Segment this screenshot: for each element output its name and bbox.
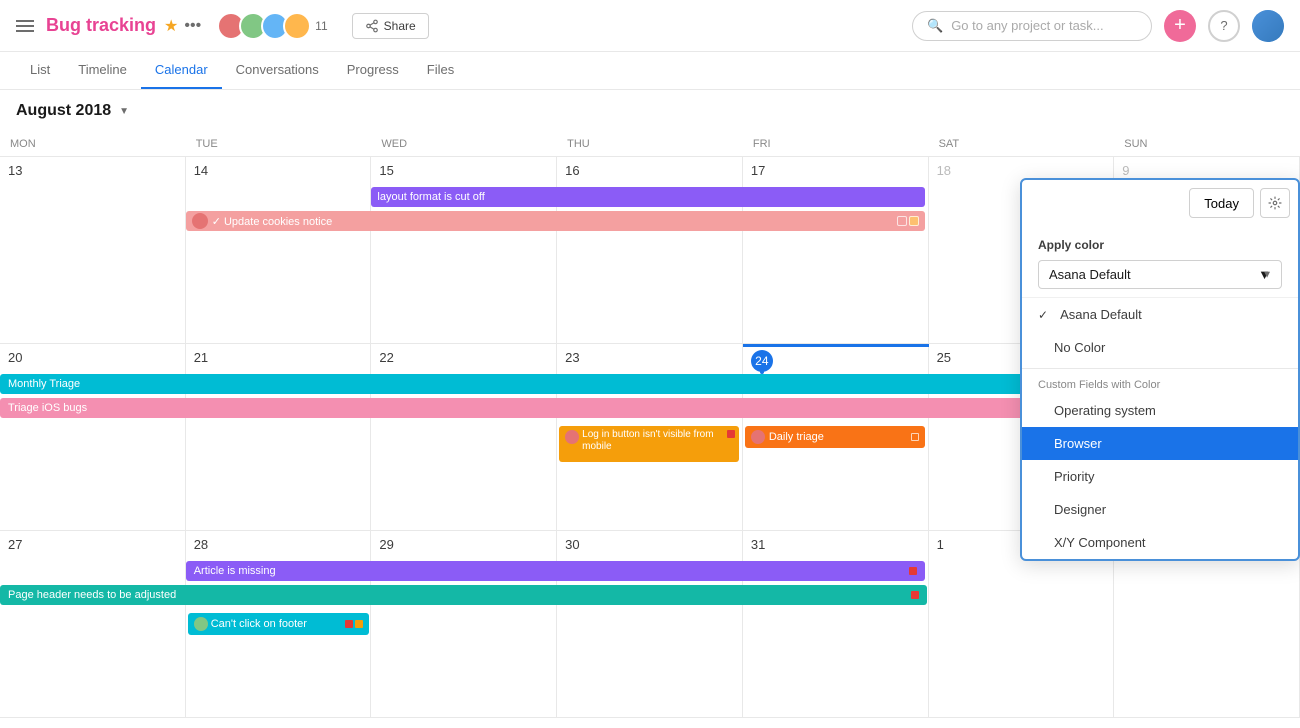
event-update-cookies[interactable]: ✓ Update cookies notice [186, 211, 925, 231]
search-icon: 🔍 [927, 18, 943, 34]
apply-color-section: Apply color Asana Default ▼ [1022, 226, 1298, 297]
dropdown-toolbar: Today [1022, 180, 1298, 226]
day-headers: Mon Tue Wed Thu Fri Sat Sun [0, 132, 1300, 157]
tab-progress[interactable]: Progress [333, 52, 413, 89]
day-cell-22[interactable]: 22 [371, 344, 557, 530]
color-select[interactable]: Asana Default ▼ [1038, 260, 1282, 289]
avatar-group: 11 [217, 12, 327, 40]
color-dropdown-overlay: Today Apply color Asana Default ▼ Asana … [1020, 178, 1300, 561]
nav-tabs: List Timeline Calendar Conversations Pro… [0, 52, 1300, 90]
search-bar[interactable]: 🔍 Go to any project or task... [912, 11, 1152, 41]
day-cell-13[interactable]: 13 [0, 157, 186, 343]
event-page-header[interactable]: Page header needs to be adjusted [0, 585, 927, 605]
avatar-count: 11 [315, 19, 327, 33]
month-title: August 2018 [16, 102, 111, 120]
dropdown-group-label: Custom Fields with Color [1022, 373, 1298, 394]
day-header-mon: Mon [0, 132, 186, 156]
today-button[interactable]: Today [1189, 188, 1254, 218]
star-icon[interactable]: ★ [164, 16, 178, 36]
day-cell-16[interactable]: 16 [557, 157, 743, 343]
dropdown-item-asana-default[interactable]: Asana Default [1022, 298, 1298, 331]
tab-files[interactable]: Files [413, 52, 468, 89]
event-daily-triage[interactable]: Daily triage [745, 426, 925, 448]
app-header: Bug tracking ★ ••• 11 Share 🔍 Go to any … [0, 0, 1300, 52]
add-button[interactable]: + [1164, 10, 1196, 42]
dropdown-item-no-color[interactable]: No Color [1022, 331, 1298, 364]
tab-list[interactable]: List [16, 52, 64, 89]
project-title: Bug tracking [46, 15, 156, 36]
month-dropdown-arrow[interactable]: ▼ [119, 106, 129, 117]
day-cell-15[interactable]: 15 [371, 157, 557, 343]
day-header-tue: Tue [186, 132, 372, 156]
tab-conversations[interactable]: Conversations [222, 52, 333, 89]
search-placeholder: Go to any project or task... [951, 18, 1103, 33]
day-cell-31[interactable]: 31 [743, 531, 929, 717]
dropdown-item-browser[interactable]: Browser [1022, 427, 1298, 460]
calendar-header: August 2018 ▼ [0, 90, 1300, 132]
event-cant-click[interactable]: Can't click on footer [188, 613, 370, 635]
day-header-sat: Sat [929, 132, 1115, 156]
day-cell-14[interactable]: 14 [186, 157, 372, 343]
day-cell-27[interactable]: 27 [0, 531, 186, 717]
dropdown-item-designer[interactable]: Designer [1022, 493, 1298, 526]
settings-button[interactable] [1260, 188, 1290, 218]
apply-color-label: Apply color [1038, 238, 1282, 252]
event-login-button[interactable]: Log in button isn't visible from mobile [559, 426, 739, 462]
event-layout-format[interactable]: layout format is cut off [371, 187, 924, 207]
tab-calendar[interactable]: Calendar [141, 52, 222, 89]
avatar [283, 12, 311, 40]
event-monthly-triage[interactable]: Monthly Triage [0, 374, 1114, 394]
help-button[interactable]: ? [1208, 10, 1240, 42]
tab-timeline[interactable]: Timeline [64, 52, 141, 89]
share-button[interactable]: Share [352, 13, 429, 39]
day-cell-21[interactable]: 21 [186, 344, 372, 530]
user-avatar[interactable] [1252, 10, 1284, 42]
day-cell-30[interactable]: 30 [557, 531, 743, 717]
day-cell-17[interactable]: 17 [743, 157, 929, 343]
color-select-wrapper[interactable]: Asana Default ▼ [1038, 260, 1282, 289]
event-triage-ios[interactable]: Triage iOS bugs [0, 398, 1114, 418]
event-article-missing[interactable]: Article is missing [186, 561, 925, 581]
calendar-container: August 2018 ▼ Mon Tue Wed Thu Fri Sat Su… [0, 90, 1300, 724]
more-icon[interactable]: ••• [184, 17, 201, 35]
dropdown-item-xy-component[interactable]: X/Y Component [1022, 526, 1298, 559]
dropdown-list: Asana Default No Color Custom Fields wit… [1022, 297, 1298, 559]
dropdown-item-operating-system[interactable]: Operating system [1022, 394, 1298, 427]
dropdown-divider [1022, 368, 1298, 369]
day-header-wed: Wed [371, 132, 557, 156]
day-cell-29[interactable]: 29 [371, 531, 557, 717]
day-header-fri: Fri [743, 132, 929, 156]
menu-button[interactable] [16, 20, 34, 32]
day-header-sun: Sun [1114, 132, 1300, 156]
dropdown-item-priority[interactable]: Priority [1022, 460, 1298, 493]
day-cell-20[interactable]: 20 [0, 344, 186, 530]
day-header-thu: Thu [557, 132, 743, 156]
header-right: 🔍 Go to any project or task... + ? [912, 10, 1284, 42]
